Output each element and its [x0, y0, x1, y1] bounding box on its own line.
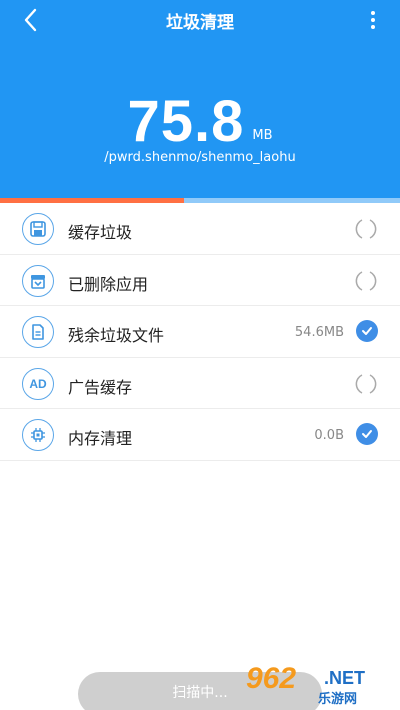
chip-icon — [22, 419, 54, 452]
item-label: 残余垃圾文件 — [68, 326, 165, 346]
item-label: 广告缓存 — [68, 377, 133, 397]
list-item-deleted-apps[interactable]: 已删除应用 — [0, 255, 400, 307]
more-icon[interactable] — [368, 8, 378, 32]
item-label: 缓存垃圾 — [68, 223, 133, 242]
watermark-number: 962 — [246, 662, 297, 695]
scan-path: /pwrd.shenmo/shenmo_laohu — [104, 150, 296, 165]
header: 垃圾清理 75.8 MB /pwrd.shenmo/shenmo_laohu — [0, 0, 400, 200]
watermark-site-name: 乐游网 — [318, 692, 358, 707]
save-icon — [22, 213, 54, 245]
nav-bar: 垃圾清理 — [0, 0, 400, 40]
loading-spinner-icon — [354, 217, 378, 241]
junk-size-display: 75.8 MB — [0, 88, 400, 155]
list-item-cache-junk[interactable]: 缓存垃圾 — [0, 203, 400, 255]
loading-spinner-icon — [354, 372, 378, 396]
checkmark-icon[interactable] — [356, 423, 378, 446]
list-item-residual-files[interactable]: 残余垃圾文件 54.6MB — [0, 306, 400, 358]
junk-size-unit: MB — [252, 128, 273, 143]
item-label: 已删除应用 — [68, 274, 149, 294]
page-title: 垃圾清理 — [166, 13, 234, 33]
watermark-domain: .NET — [324, 668, 366, 688]
list-item-ad-cache[interactable]: AD 广告缓存 — [0, 358, 400, 410]
archive-icon — [22, 264, 54, 297]
junk-size-value: 75.8 — [127, 89, 245, 154]
ad-icon: AD — [22, 367, 54, 400]
document-icon — [22, 316, 54, 349]
item-size: 54.6MB — [294, 325, 344, 341]
list-item-memory-clean[interactable]: 内存清理 0.0B — [0, 409, 400, 461]
item-label: 内存清理 — [68, 429, 133, 449]
checkmark-icon[interactable] — [356, 320, 378, 343]
loading-spinner-icon — [354, 269, 378, 293]
item-size: 0.0B — [314, 428, 344, 444]
junk-category-list: 缓存垃圾 已删除应用 残余垃圾文件 54.6MB AD 广告缓存 内存清理 0.… — [0, 203, 400, 461]
ad-icon-text: AD — [29, 376, 47, 391]
watermark-logo: 962 .NET 乐游网 — [246, 662, 396, 707]
